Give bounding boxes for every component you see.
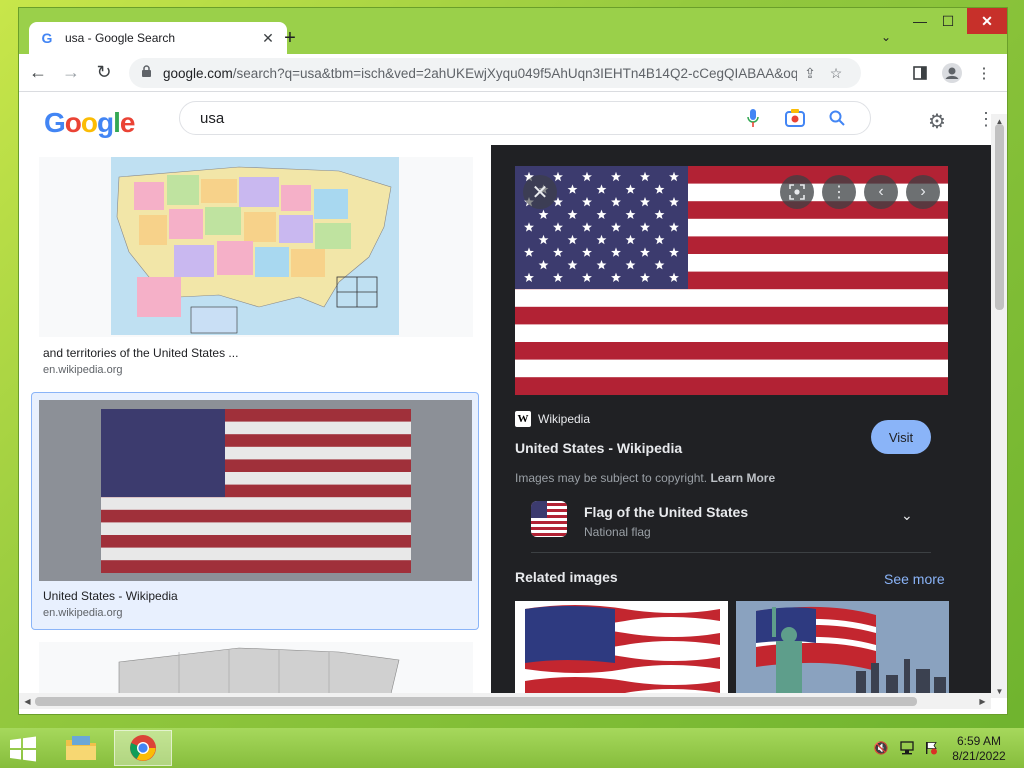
preview-title[interactable]: United States - Wikipedia [515, 440, 682, 456]
result-source[interactable]: en.wikipedia.org [43, 364, 123, 376]
result-source[interactable]: en.wikipedia.org [43, 607, 123, 619]
copyright-notice: Images may be subject to copyright. Lear… [515, 471, 775, 485]
source-name[interactable]: Wikipedia [538, 412, 590, 426]
knowledge-panel-entry[interactable]: Flag of the United States National flag … [531, 497, 931, 553]
browser-window: G usa - Google Search ✕ + ⌄ — ☐ ✕ ← → ↻ … [18, 7, 1008, 715]
file-explorer-icon[interactable] [52, 730, 110, 766]
image-results-grid: and territories of the United States ...… [19, 145, 491, 693]
camera-lens-icon[interactable] [774, 109, 816, 127]
logo-letter: l [113, 107, 121, 138]
vertical-scroll-thumb[interactable] [995, 124, 1004, 310]
horizontal-scrollbar[interactable]: ◀ ▶ [19, 693, 991, 709]
related-image-statue-of-liberty[interactable] [736, 601, 949, 693]
us-flag-image [39, 400, 472, 581]
previous-image-icon[interactable]: ‹ [864, 175, 898, 209]
title-bar: G usa - Google Search ✕ + ⌄ — ☐ ✕ [19, 8, 1007, 54]
more-options-icon[interactable]: ⋮ [822, 175, 856, 209]
result-caption[interactable]: United States - Wikipedia [43, 589, 178, 603]
window-minimize-button[interactable]: — [907, 8, 933, 34]
wikipedia-logo-icon: W [515, 411, 531, 427]
window-close-button[interactable]: ✕ [967, 8, 1007, 34]
windows-start-icon[interactable] [6, 734, 40, 764]
tab-close-icon[interactable]: ✕ [259, 29, 277, 47]
copyright-text: Images may be subject to copyright. [515, 471, 708, 485]
result-card-map[interactable]: and territories of the United States ...… [39, 157, 473, 377]
google-favicon-icon: G [41, 30, 53, 46]
logo-letter: G [44, 107, 66, 138]
clock-date: 8/21/2022 [952, 749, 1006, 763]
result-thumbnail-map[interactable] [39, 157, 473, 337]
result-card-flag[interactable]: United States - Wikipedia en.wikipedia.o… [31, 392, 479, 630]
kg-subtitle: National flag [584, 525, 651, 539]
back-arrow-icon[interactable]: ← [24, 59, 52, 87]
source-row[interactable]: W Wikipedia [515, 411, 590, 427]
see-more-link[interactable]: See more [884, 571, 945, 587]
next-image-icon[interactable]: › [906, 175, 940, 209]
tab-title: usa - Google Search [65, 31, 176, 45]
search-input[interactable]: usa [200, 110, 732, 127]
search-icon[interactable] [816, 110, 858, 126]
forward-arrow-icon[interactable]: → [57, 59, 85, 87]
us-map-image [111, 157, 399, 335]
scroll-left-arrow-icon[interactable]: ◀ [19, 694, 36, 708]
side-panel-icon[interactable] [907, 60, 933, 86]
profile-avatar-icon[interactable] [939, 60, 965, 86]
result-caption[interactable]: and territories of the United States ... [43, 346, 238, 360]
logo-letter: o [64, 107, 82, 138]
tab-google-search[interactable]: G usa - Google Search ✕ [29, 22, 287, 54]
google-logo[interactable]: Google [44, 107, 136, 139]
volume-muted-icon[interactable]: 🔇 [872, 740, 890, 756]
url-text[interactable]: google.com/search?q=usa&tbm=isch&ved=2ah… [163, 66, 797, 81]
grey-map-image [39, 642, 473, 693]
bookmark-star-icon[interactable]: ☆ [823, 65, 849, 82]
url-host: google.com [163, 65, 233, 81]
result-card-grey-map[interactable] [39, 642, 473, 693]
learn-more-link[interactable]: Learn More [710, 471, 775, 485]
scroll-right-arrow-icon[interactable]: ▶ [974, 694, 991, 708]
google-header: Google usa ⚙ ⋮⋮ [19, 93, 993, 145]
lens-search-icon[interactable] [780, 175, 814, 209]
kg-flag-thumbnail [531, 501, 567, 537]
taskbar: 🔇 6:59 AM 8/21/2022 [0, 728, 1024, 768]
logo-letter: o [80, 107, 98, 138]
network-icon[interactable] [898, 740, 916, 756]
related-images-heading: Related images [515, 569, 618, 585]
window-maximize-button[interactable]: ☐ [935, 8, 961, 34]
result-thumbnail-grey-map[interactable] [39, 642, 473, 693]
scroll-down-arrow-icon[interactable]: ▼ [991, 684, 1007, 698]
search-box[interactable]: usa [179, 101, 871, 135]
chevron-down-icon[interactable]: ⌄ [901, 507, 913, 524]
chrome-taskbar-icon[interactable] [114, 730, 172, 766]
logo-letter: g [97, 107, 114, 138]
related-image-waving-flag[interactable] [515, 601, 728, 693]
microphone-icon[interactable] [732, 109, 774, 127]
result-thumbnail-flag[interactable] [39, 400, 472, 581]
url-path: /search?q=usa&tbm=isch&ved=2ahUKEwjXyqu0… [232, 65, 797, 81]
clock-time: 6:59 AM [956, 734, 1002, 748]
horizontal-scroll-thumb[interactable] [35, 697, 917, 706]
logo-letter: e [119, 107, 136, 138]
share-icon[interactable]: ⇪ [797, 65, 823, 82]
taskbar-clock[interactable]: 6:59 AM 8/21/2022 [946, 734, 1012, 764]
kg-title: Flag of the United States [584, 504, 749, 520]
image-preview-panel: ✕ ⋮ ‹ › W Wikipedia United States - Wiki… [491, 145, 991, 693]
visit-button[interactable]: Visit [871, 420, 931, 454]
browser-toolbar: ← → ↻ google.com/search?q=usa&tbm=isch&v… [19, 54, 1007, 92]
lock-icon [141, 65, 157, 81]
new-tab-button[interactable]: + [277, 25, 303, 51]
close-preview-icon[interactable]: ✕ [523, 175, 557, 209]
browser-menu-icon[interactable]: ⋮ [971, 60, 997, 86]
reload-icon[interactable]: ↻ [90, 59, 118, 87]
vertical-scrollbar[interactable]: ▲ ▼ [991, 114, 1007, 698]
action-center-flag-icon[interactable] [922, 740, 940, 756]
settings-gear-icon[interactable]: ⚙ [925, 109, 949, 133]
tab-search-chevron-icon[interactable]: ⌄ [875, 26, 897, 48]
address-bar[interactable]: google.com/search?q=usa&tbm=isch&ved=2ah… [129, 58, 861, 88]
